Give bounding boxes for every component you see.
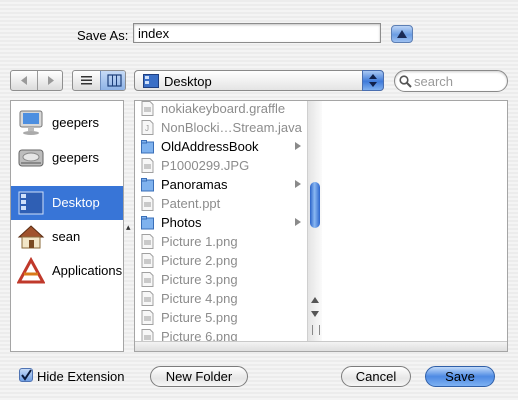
computer-icon	[19, 110, 43, 135]
hide-extension-checkbox[interactable]	[19, 368, 33, 382]
folder-icon	[141, 140, 154, 154]
file-name: P1000299.JPG	[161, 158, 250, 173]
file-name: Panoramas	[161, 177, 228, 192]
file-browser: nokiakeyboard.graffle J NonBlocki…Stream.j…	[134, 100, 508, 352]
file-name: Picture 4.png	[161, 291, 238, 306]
file-name: Photos	[161, 215, 202, 230]
document-icon	[141, 234, 154, 249]
file-row[interactable]: nokiakeyboard.graffle	[135, 101, 307, 118]
folder-row[interactable]: OldAddressBook	[135, 137, 307, 156]
file-row[interactable]: P1000299.JPG	[135, 156, 307, 175]
search-icon	[399, 75, 412, 88]
file-name: nokiakeyboard.graffle	[161, 101, 286, 116]
file-name: NonBlocki…Stream.java	[161, 120, 302, 135]
file-name: Picture 6.png	[161, 329, 238, 341]
folder-icon	[141, 216, 154, 230]
sidebar-item-label: geepers	[52, 115, 99, 130]
forward-arrow-icon	[48, 76, 54, 85]
hard-drive-icon	[18, 149, 44, 167]
search-placeholder: search	[414, 74, 454, 89]
sidebar-item-applications[interactable]: Applications	[11, 254, 123, 288]
sidebar-item-hard-drive[interactable]: geepers	[11, 141, 123, 175]
disclosure-arrow-icon	[295, 218, 301, 226]
back-button[interactable]	[11, 71, 37, 90]
search-field[interactable]: search	[394, 70, 508, 92]
scrollbar-thumb[interactable]	[310, 182, 320, 228]
file-name: OldAddressBook	[161, 139, 259, 154]
scroll-up-arrow-icon	[311, 297, 319, 303]
file-name: Picture 1.png	[161, 234, 238, 249]
column-view-icon	[107, 74, 122, 87]
sidebar-item-label: sean	[52, 229, 81, 244]
svg-text:J: J	[145, 124, 149, 133]
scroll-up-button[interactable]	[308, 293, 322, 307]
file-row[interactable]: Picture 6.png	[135, 327, 307, 341]
column-resize-handle[interactable]	[312, 325, 320, 335]
column-scrollbar[interactable]	[307, 101, 322, 341]
file-row[interactable]: J NonBlocki…Stream.java	[135, 118, 307, 137]
save-button[interactable]: Save	[425, 366, 495, 387]
file-row[interactable]: Patent.ppt	[135, 194, 307, 213]
disclosure-arrow-icon	[295, 142, 301, 150]
column-view-button[interactable]	[100, 71, 125, 90]
file-name: Picture 5.png	[161, 310, 238, 325]
browser-column-empty	[322, 101, 507, 341]
file-name: Picture 3.png	[161, 272, 238, 287]
document-icon	[141, 329, 154, 341]
sidebar-item-label: Desktop	[52, 195, 100, 210]
folder-row[interactable]: Photos	[135, 213, 307, 232]
sidebar-item-label: Applications	[52, 263, 123, 278]
checkmark-icon	[21, 369, 32, 381]
sidebar-item-desktop[interactable]: Desktop	[11, 186, 123, 220]
filename-input[interactable]	[133, 23, 381, 43]
location-popup[interactable]: Desktop	[134, 70, 384, 91]
list-view-button[interactable]	[73, 71, 100, 90]
document-icon	[141, 101, 154, 116]
sidebar: geepers geepers Desktop sean Application…	[10, 100, 124, 352]
document-icon	[141, 158, 154, 173]
file-row[interactable]: Picture 5.png	[135, 308, 307, 327]
document-icon	[141, 196, 154, 211]
save-as-label: Save As:	[77, 28, 129, 43]
home-icon	[17, 225, 45, 249]
scroll-down-button[interactable]	[308, 307, 322, 321]
folder-icon	[141, 178, 154, 192]
hide-extension-label: Hide Extension	[37, 369, 125, 384]
view-mode-control	[72, 70, 126, 91]
location-label: Desktop	[164, 74, 212, 89]
list-view-icon	[81, 76, 92, 85]
new-folder-button[interactable]: New Folder	[150, 366, 248, 387]
scroll-down-arrow-icon	[311, 311, 319, 317]
back-arrow-icon	[21, 76, 27, 85]
desktop-icon	[18, 191, 44, 215]
document-icon	[141, 310, 154, 325]
sidebar-item-home[interactable]: sean	[11, 220, 123, 254]
sidebar-item-computer[interactable]: geepers	[11, 106, 123, 140]
document-icon	[141, 272, 154, 287]
triangle-up-icon	[397, 30, 407, 38]
disclosure-arrow-icon	[295, 180, 301, 188]
popup-arrows-icon	[362, 70, 384, 91]
file-row[interactable]: Picture 2.png	[135, 251, 307, 270]
applications-icon	[17, 257, 45, 284]
file-row[interactable]: Picture 1.png	[135, 232, 307, 251]
forward-button[interactable]	[37, 71, 62, 90]
java-file-icon: J	[141, 120, 154, 135]
document-icon	[141, 253, 154, 268]
splitter-handle-icon: ▴	[126, 222, 131, 232]
collapse-dialog-button[interactable]	[391, 25, 413, 43]
cancel-button[interactable]: Cancel	[341, 366, 411, 387]
desktop-icon	[143, 74, 159, 88]
file-row[interactable]: Picture 3.png	[135, 270, 307, 289]
file-name: Patent.ppt	[161, 196, 221, 211]
horizontal-scrollbar[interactable]	[135, 341, 507, 351]
back-forward-control	[10, 70, 63, 91]
file-name: Picture 2.png	[161, 253, 238, 268]
browser-column: nokiakeyboard.graffle J NonBlocki…Stream.j…	[135, 101, 307, 341]
folder-row[interactable]: Panoramas	[135, 175, 307, 194]
file-row[interactable]: Picture 4.png	[135, 289, 307, 308]
sidebar-item-label: geepers	[52, 150, 99, 165]
document-icon	[141, 291, 154, 306]
